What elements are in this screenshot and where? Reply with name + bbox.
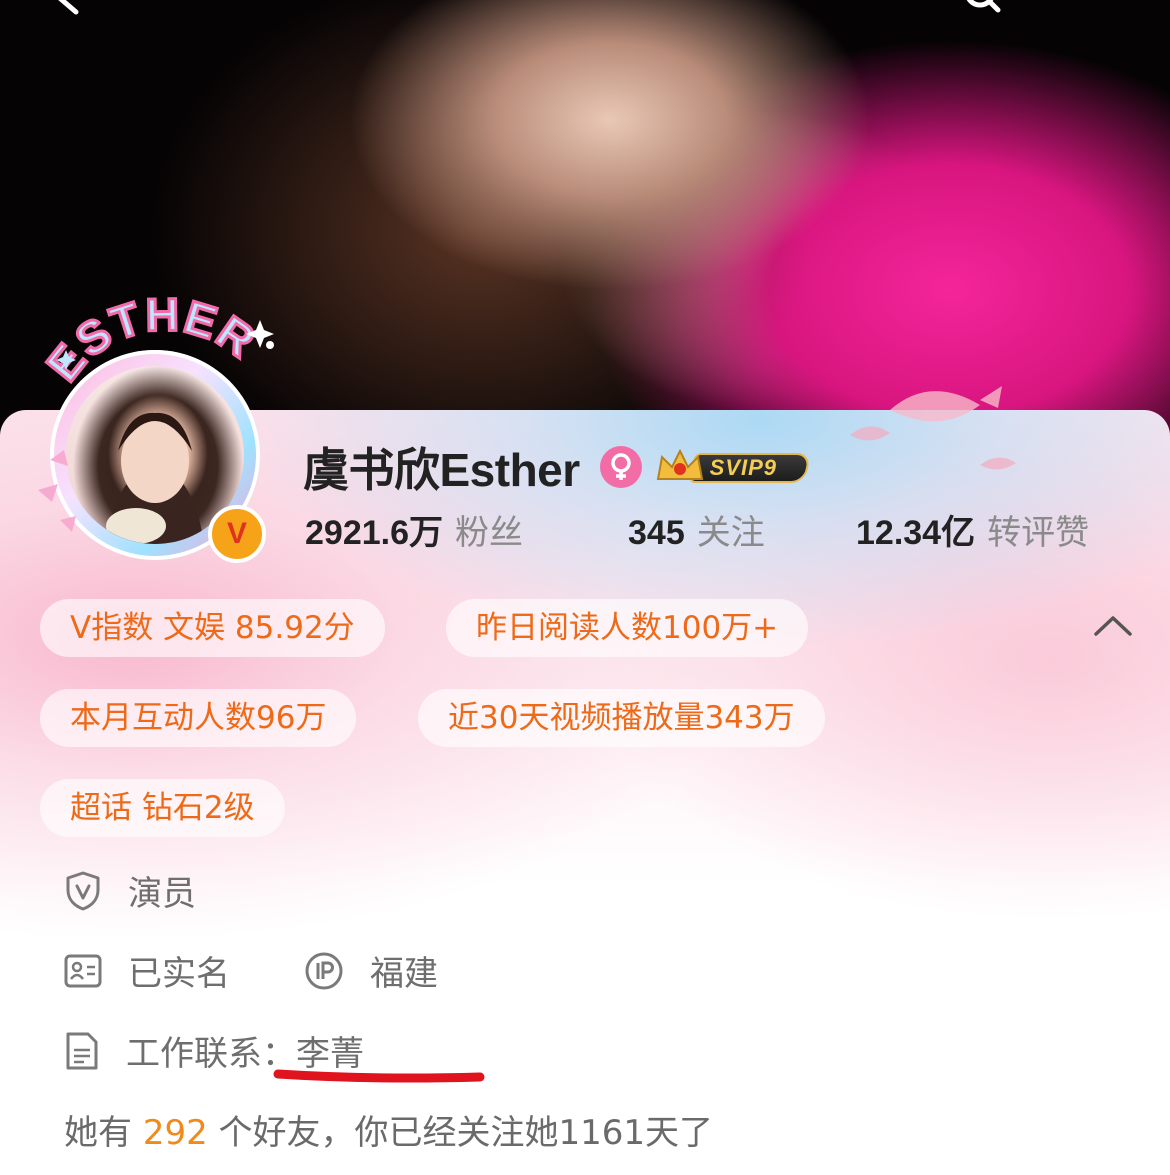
stat-fans-value: 2921.6万 (305, 514, 443, 552)
crown-icon (656, 448, 703, 480)
stat-fans-label: 粉丝 (455, 514, 523, 552)
friends-line[interactable]: 她有 292 个好友，你已经关注她1161天了 (64, 1105, 713, 1154)
ip-location-text: 福建 (370, 954, 438, 994)
svip-label: SVIP9 (709, 455, 778, 480)
name-row: 虞书欣Esther SVIP9 (303, 437, 811, 497)
profile-name: 虞书欣Esther (303, 444, 580, 496)
friends-suffix: 个好友，你已经关注她1161天了 (207, 1113, 714, 1153)
avatar[interactable]: ESTHER V (30, 290, 290, 570)
info-ip-location: 福建 (304, 946, 438, 995)
tag-v-index[interactable]: V指数 文娱 85.92分 (40, 599, 385, 657)
svg-text:ESTHER: ESTHER (36, 290, 266, 391)
verified-v-badge: V (208, 505, 266, 563)
tag-super-topic[interactable]: 超话 钻石2级 (40, 779, 285, 837)
chevron-up-icon[interactable] (1092, 612, 1134, 640)
tag-video-plays[interactable]: 近30天视频播放量343万 (418, 689, 825, 747)
avatar-frame-text: ESTHER (35, 290, 266, 392)
real-name-status: 已实名 (128, 954, 230, 994)
friends-prefix: 她有 (64, 1113, 143, 1153)
tag-yesterday-reads[interactable]: 昨日阅读人数100万+ (446, 599, 809, 657)
ip-icon (305, 952, 343, 989)
stat-likes[interactable]: 12.34亿 转评赞 (856, 505, 1089, 561)
info-real-name: 已实名 (64, 946, 230, 995)
id-card-icon (64, 954, 102, 987)
tag-month-interactions[interactable]: 本月互动人数96万 (40, 689, 357, 747)
stat-following-label: 关注 (696, 514, 765, 552)
back-icon[interactable] (50, 0, 90, 18)
gender-female-icon (599, 446, 642, 488)
stat-following[interactable]: 345 关注 (628, 505, 765, 561)
search-icon[interactable] (962, 0, 1002, 18)
stat-likes-label: 转评赞 (987, 514, 1090, 552)
stat-following-value: 345 (628, 514, 685, 552)
friends-count[interactable]: 292 (143, 1113, 208, 1153)
stat-fans[interactable]: 2921.6万 粉丝 (305, 505, 523, 561)
occupation-text: 演员 (128, 874, 196, 914)
stat-likes-value: 12.34亿 (856, 514, 976, 552)
info-occupation: 演员 (64, 866, 196, 915)
verified-shield-icon (66, 871, 100, 910)
svip-badge[interactable]: SVIP9 (654, 447, 811, 487)
red-underline-annotation (273, 1069, 485, 1083)
fish-decoration (850, 386, 1016, 470)
document-icon (66, 1032, 98, 1069)
